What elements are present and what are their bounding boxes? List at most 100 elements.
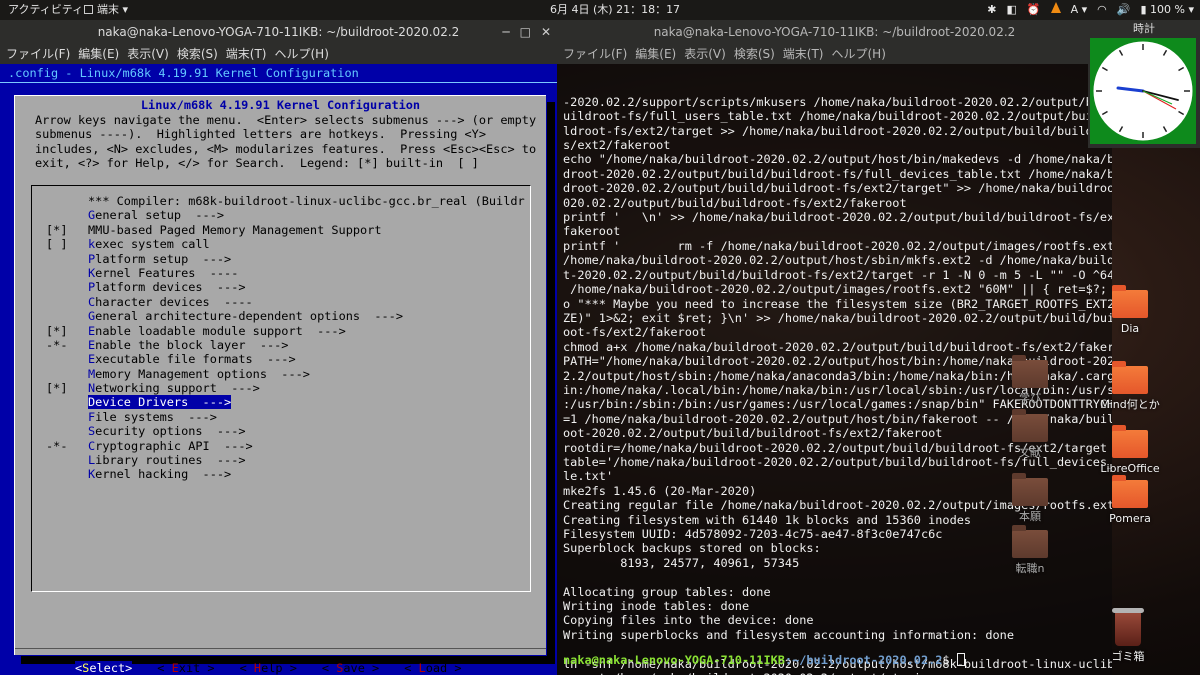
prompt-path: :~/buildroot-2020.02.2 — [784, 653, 943, 667]
input-method[interactable]: A ▾ — [1071, 0, 1088, 20]
activities-button[interactable]: アクティビティ — [8, 0, 83, 20]
menu-edit[interactable]: 編集(E) — [78, 44, 119, 64]
menu-item-state: [*] — [46, 381, 68, 396]
menu-view[interactable]: 表示(V) — [684, 44, 726, 64]
button-label: oad > — [425, 661, 462, 675]
folder-icon — [1012, 409, 1048, 442]
build-terminal-window: naka@naka-Lenovo-YOGA-710-11IKB: ~/build… — [557, 20, 1112, 675]
prompt-user: naka@naka-Lenovo-YOGA-710-11IKB — [563, 653, 785, 667]
dialog-button[interactable]: < Load > — [404, 661, 461, 675]
battery-indicator[interactable]: ▮ 100 % ▾ — [1140, 0, 1194, 20]
menu-item[interactable]: Platform setup ---> — [32, 252, 530, 266]
menu-item[interactable]: Memory Management options ---> — [32, 367, 530, 381]
menuconfig-screen[interactable]: .config - Linux/m68k 4.19.91 Kernel Conf… — [0, 64, 557, 675]
folder-icon — [1012, 355, 1048, 388]
menu-help[interactable]: ヘルプ(H) — [275, 44, 329, 64]
menu-item[interactable]: File systems ---> — [32, 410, 530, 424]
menu-file[interactable]: ファイル(F) — [563, 44, 627, 64]
menu-item-text: ryptographic API ---> — [95, 438, 253, 453]
menu-item-text: etworking support ---> — [95, 381, 260, 396]
menu-item-label: General setup ---> — [88, 208, 224, 222]
menu-item[interactable]: Kernel Features ---- — [32, 266, 530, 280]
menu-item-text: haracter devices ---- — [95, 294, 253, 309]
menu-search[interactable]: 検索(S) — [734, 44, 775, 64]
right-titlebar[interactable]: naka@naka-Lenovo-YOGA-710-11IKB: ~/build… — [557, 20, 1112, 44]
menu-items: *** Compiler: m68k-buildroot-linux-uclib… — [32, 194, 530, 482]
clock-widget[interactable]: 時計 — [1088, 20, 1200, 148]
desktop-icon-mind[interactable]: Mind何とか — [1098, 361, 1162, 412]
desktop-icon-hongan[interactable]: 本願 — [998, 473, 1062, 524]
menu-item-label: Security options ---> — [88, 424, 246, 438]
menu-terminal[interactable]: 端末(T) — [226, 44, 267, 64]
menu-terminal[interactable]: 端末(T) — [783, 44, 824, 64]
menu-item-label: Cryptographic API ---> — [88, 439, 253, 453]
menu-search[interactable]: 検索(S) — [177, 44, 218, 64]
minimize-icon[interactable]: ─ — [502, 20, 509, 44]
menu-item-text: latform devices ---> — [95, 280, 246, 295]
dialog-button[interactable]: <Select> — [75, 661, 133, 675]
menu-item-state: [ ] — [46, 237, 68, 252]
maximize-icon[interactable]: □ — [520, 20, 531, 44]
wifi-icon[interactable]: ◠ — [1097, 0, 1107, 20]
menu-item-text: exec system call — [95, 237, 210, 252]
dialog-button[interactable]: < Save > — [322, 661, 379, 675]
datetime[interactable]: 6月 4日 (木) 21：18：17 — [550, 0, 680, 20]
menu-item[interactable]: [*] MMU-based Paged Memory Management Sup… — [32, 223, 530, 237]
menu-edit[interactable]: 編集(E) — [635, 44, 676, 64]
menu-item[interactable]: -*- Cryptographic API ---> — [32, 439, 530, 453]
menu-file[interactable]: ファイル(F) — [6, 44, 70, 64]
trash-icon — [1112, 608, 1144, 646]
menu-item-text: ile systems ---> — [95, 409, 217, 424]
desktop-icon-libreoffice[interactable]: LibreOffice — [1098, 425, 1162, 476]
menu-item[interactable]: General architecture-dependent options -… — [32, 309, 530, 323]
dialog-button[interactable]: < Help > — [240, 661, 297, 675]
button-label: xit > — [178, 661, 215, 675]
menu-item[interactable]: Character devices ---- — [32, 295, 530, 309]
menu-item[interactable]: *** Compiler: m68k-buildroot-linux-uclib… — [32, 194, 530, 208]
desktop-icon-tenshoku[interactable]: 転職n — [998, 525, 1062, 576]
close-icon[interactable]: ✕ — [541, 20, 551, 44]
desktop-icon-bunken[interactable]: 文献 — [998, 409, 1062, 460]
analog-clock-icon — [1093, 41, 1193, 141]
alarm-clock-icon[interactable]: ⏰ — [1027, 0, 1041, 20]
menu-item[interactable]: [ ] kexec system call — [32, 237, 530, 251]
menu-item-label: Library routines ---> — [88, 453, 246, 467]
desktop-icon-pomera[interactable]: Pomera — [1098, 475, 1162, 526]
desktop-icon-trash[interactable]: ゴミ箱 — [1096, 608, 1160, 664]
left-titlebar[interactable]: naka@naka-Lenovo-YOGA-710-11IKB: ~/build… — [0, 20, 557, 44]
menu-item-label: kexec system call — [88, 237, 210, 251]
menu-item[interactable]: [*] Enable loadable module support ---> — [32, 324, 530, 338]
menu-item[interactable]: Executable file formats ---> — [32, 352, 530, 366]
menu-item[interactable]: General setup ---> — [32, 208, 530, 222]
menu-item-label: Enable the block layer ---> — [88, 338, 288, 352]
config-dialog: Linux/m68k 4.19.91 Kernel Configuration … — [14, 95, 555, 675]
menu-help[interactable]: ヘルプ(H) — [832, 44, 886, 64]
menuconfig-terminal-window: naka@naka-Lenovo-YOGA-710-11IKB: ~/build… — [0, 20, 557, 675]
button-label: elp > — [261, 661, 297, 675]
desktop-icon-label: 本願 — [1019, 510, 1041, 523]
menu-item[interactable]: Kernel hacking ---> — [32, 467, 530, 481]
shell-prompt[interactable]: naka@naka-Lenovo-YOGA-710-11IKB:~/buildr… — [563, 653, 965, 667]
menu-view[interactable]: 表示(V) — [127, 44, 169, 64]
volume-icon[interactable]: 🔊 — [1117, 0, 1131, 20]
menu-item[interactable]: Library routines ---> — [32, 453, 530, 467]
volume-tray-icon[interactable]: ◧ — [1007, 0, 1017, 20]
folder-icon — [1112, 361, 1148, 394]
menu-item[interactable]: Device Drivers ---> — [32, 395, 530, 410]
folder-icon — [1112, 475, 1148, 508]
menu-item-label: Platform setup ---> — [88, 252, 231, 266]
dialog-button[interactable]: < Exit > — [157, 661, 214, 675]
menu-item[interactable]: Platform devices ---> — [32, 280, 530, 294]
desktop-icon-label: Mind何とか — [1100, 398, 1160, 411]
menu-item[interactable]: [*] Networking support ---> — [32, 381, 530, 395]
bluetooth-icon[interactable]: ✱ — [987, 0, 996, 20]
menu-item-label: Enable loadable module support ---> — [88, 324, 346, 338]
menu-item-text: nable loadable module support ---> — [95, 323, 346, 338]
desktop-icon-dia[interactable]: Dia — [1098, 285, 1162, 336]
left-menubar: ファイル(F) 編集(E) 表示(V) 検索(S) 端末(T) ヘルプ(H) — [0, 44, 557, 64]
menu-item[interactable]: Security options ---> — [32, 424, 530, 438]
vlc-icon[interactable] — [1050, 0, 1061, 20]
app-menu[interactable]: 端末 ▾ — [84, 0, 128, 20]
menu-item[interactable]: -*- Enable the block layer ---> — [32, 338, 530, 352]
desktop-icon-manabi[interactable]: 学び — [998, 355, 1062, 406]
